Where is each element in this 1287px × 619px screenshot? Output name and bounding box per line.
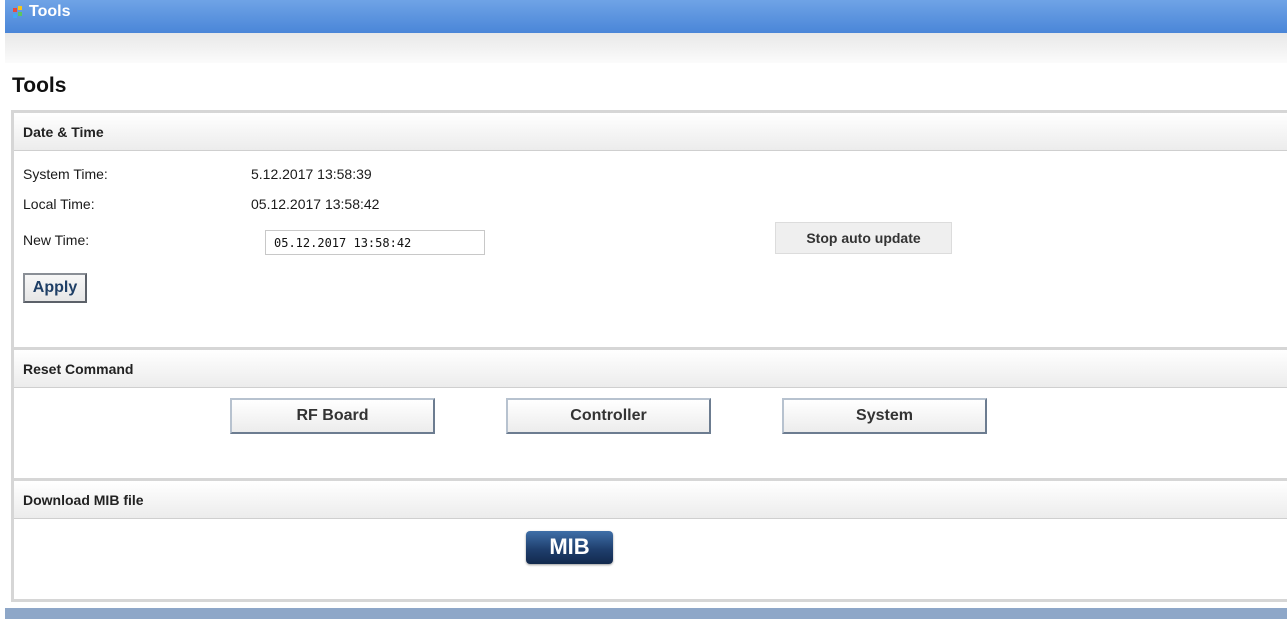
- reset-controller-button[interactable]: Controller: [506, 398, 711, 434]
- download-mib-panel: Download MIB file MIB: [11, 478, 1287, 602]
- local-time-value: 05.12.2017 13:58:42: [251, 196, 380, 212]
- footer-bar: [5, 608, 1287, 619]
- reset-command-header: Reset Command: [14, 350, 1287, 388]
- new-time-label: New Time:: [23, 232, 90, 248]
- reset-rf-board-button[interactable]: RF Board: [230, 398, 435, 434]
- reset-command-panel: Reset Command RF Board Controller System: [11, 347, 1287, 481]
- stop-auto-update-button[interactable]: Stop auto update: [775, 222, 952, 254]
- window-title: Tools: [29, 3, 71, 20]
- window-titlebar: Tools: [5, 0, 1287, 33]
- date-time-panel: Date & Time System Time: 5.12.2017 13:58…: [11, 110, 1287, 350]
- system-time-value: 5.12.2017 13:58:39: [251, 166, 372, 182]
- mib-download-button[interactable]: MIB: [526, 531, 613, 564]
- download-mib-header: Download MIB file: [14, 481, 1287, 519]
- app-logo-icon: [13, 6, 29, 22]
- new-time-input[interactable]: [265, 230, 485, 255]
- date-time-header: Date & Time: [14, 113, 1287, 151]
- local-time-label: Local Time:: [23, 196, 95, 212]
- system-time-label: System Time:: [23, 166, 108, 182]
- apply-button[interactable]: Apply: [23, 273, 87, 303]
- page-title: Tools: [12, 74, 67, 97]
- reset-system-button[interactable]: System: [782, 398, 987, 434]
- sub-toolbar: [5, 33, 1287, 63]
